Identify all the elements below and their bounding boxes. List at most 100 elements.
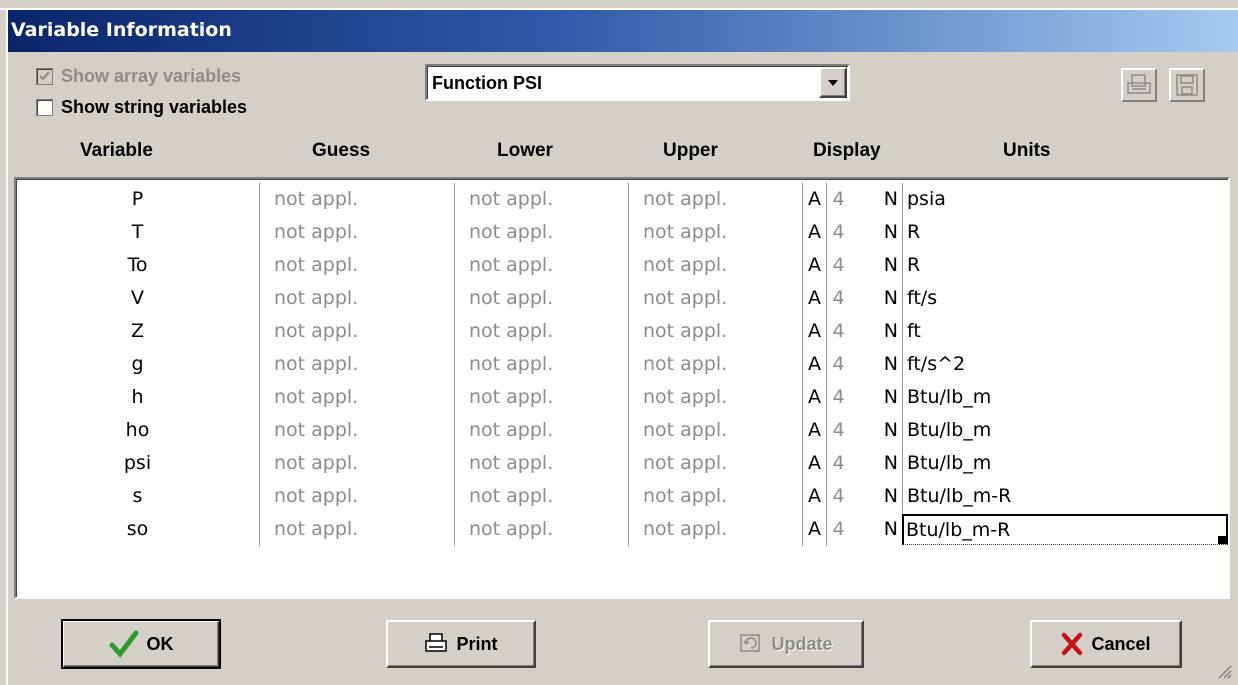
cell-display-type[interactable]: N bbox=[850, 513, 902, 546]
cell-units[interactable]: ft bbox=[902, 315, 1228, 348]
cell-display-digits[interactable]: 4 bbox=[826, 480, 850, 513]
cell-display-digits[interactable]: 4 bbox=[826, 513, 850, 546]
cell-guess[interactable]: not appl. bbox=[259, 282, 454, 315]
cell-display-format[interactable]: A bbox=[802, 348, 826, 381]
cell-units[interactable]: Btu/lb_m-R bbox=[902, 514, 1228, 545]
cell-variable[interactable]: Z bbox=[16, 315, 259, 348]
cell-upper[interactable]: not appl. bbox=[628, 315, 802, 348]
cell-display-type[interactable]: N bbox=[850, 249, 902, 282]
cell-display-type[interactable]: N bbox=[850, 414, 902, 447]
print-preview-button[interactable] bbox=[1121, 68, 1157, 102]
cell-lower[interactable]: not appl. bbox=[454, 216, 628, 249]
cell-display-digits[interactable]: 4 bbox=[826, 282, 850, 315]
cell-lower[interactable]: not appl. bbox=[454, 513, 628, 546]
cell-units[interactable]: Btu/lb_m-R bbox=[902, 480, 1228, 513]
table-row[interactable]: s not appl. not appl. not appl. A 4 N Btu/lb_m-… bbox=[16, 480, 1228, 513]
table-row[interactable]: so not appl. not appl. not appl. A 4 N Btu/lb_m… bbox=[16, 513, 1228, 546]
cell-upper[interactable]: not appl. bbox=[628, 249, 802, 282]
checkbox-box[interactable] bbox=[36, 99, 53, 116]
cell-lower[interactable]: not appl. bbox=[454, 414, 628, 447]
cell-upper[interactable]: not appl. bbox=[628, 480, 802, 513]
resize-grip-icon[interactable] bbox=[1216, 663, 1232, 679]
cell-lower[interactable]: not appl. bbox=[454, 381, 628, 414]
cell-lower[interactable]: not appl. bbox=[454, 282, 628, 315]
cell-display-digits[interactable]: 4 bbox=[826, 447, 850, 480]
cell-guess[interactable]: not appl. bbox=[259, 480, 454, 513]
cell-units[interactable]: Btu/lb_m bbox=[902, 381, 1228, 414]
cell-variable[interactable]: s bbox=[16, 480, 259, 513]
cell-display-type[interactable]: N bbox=[850, 315, 902, 348]
show-array-variables-checkbox[interactable]: Show array variables bbox=[36, 66, 241, 87]
cell-display-type[interactable]: N bbox=[850, 447, 902, 480]
cell-guess[interactable]: not appl. bbox=[259, 381, 454, 414]
cell-display-format[interactable]: A bbox=[802, 315, 826, 348]
cell-display-digits[interactable]: 4 bbox=[826, 381, 850, 414]
cell-display-format[interactable]: A bbox=[802, 513, 826, 546]
table-row[interactable]: psi not appl. not appl. not appl. A 4 N Btu/lb_… bbox=[16, 447, 1228, 480]
cell-display-digits[interactable]: 4 bbox=[826, 315, 850, 348]
ok-button[interactable]: OK bbox=[61, 619, 221, 669]
save-button[interactable] bbox=[1169, 68, 1205, 102]
function-select[interactable]: Function PSI bbox=[425, 64, 850, 101]
show-string-variables-checkbox[interactable]: Show string variables bbox=[36, 97, 247, 118]
cell-upper[interactable]: not appl. bbox=[628, 282, 802, 315]
cell-upper[interactable]: not appl. bbox=[628, 414, 802, 447]
cell-units[interactable]: R bbox=[902, 216, 1228, 249]
cell-display-type[interactable]: N bbox=[850, 282, 902, 315]
table-row[interactable]: h not appl. not appl. not appl. A 4 N Btu/lb_m bbox=[16, 381, 1228, 414]
cell-guess[interactable]: not appl. bbox=[259, 414, 454, 447]
cell-variable[interactable]: P bbox=[16, 183, 259, 216]
cell-guess[interactable]: not appl. bbox=[259, 216, 454, 249]
table-row[interactable]: Znot appl. not appl. not appl. A 4 Nft bbox=[16, 315, 1228, 348]
cell-guess[interactable]: not appl. bbox=[259, 513, 454, 546]
cell-lower[interactable]: not appl. bbox=[454, 249, 628, 282]
cell-variable[interactable]: V bbox=[16, 282, 259, 315]
variable-grid[interactable]: Pnot appl. not appl. not appl. A 4 Npsia Tnot … bbox=[14, 177, 1230, 599]
cell-units[interactable]: ft/s^2 bbox=[902, 348, 1228, 381]
cell-display-digits[interactable]: 4 bbox=[826, 414, 850, 447]
dropdown-button[interactable] bbox=[819, 67, 847, 98]
cell-upper[interactable]: not appl. bbox=[628, 513, 802, 546]
cell-units[interactable]: Btu/lb_m bbox=[902, 414, 1228, 447]
print-button[interactable]: Print bbox=[386, 620, 536, 668]
update-button[interactable]: Update bbox=[708, 620, 864, 668]
title-bar[interactable]: Variable Information bbox=[8, 10, 1238, 52]
cell-guess[interactable]: not appl. bbox=[259, 183, 454, 216]
cell-display-format[interactable]: A bbox=[802, 480, 826, 513]
cell-guess[interactable]: not appl. bbox=[259, 315, 454, 348]
cell-display-digits[interactable]: 4 bbox=[826, 249, 850, 282]
cell-lower[interactable]: not appl. bbox=[454, 315, 628, 348]
cell-guess[interactable]: not appl. bbox=[259, 249, 454, 282]
cell-variable[interactable]: ho bbox=[16, 414, 259, 447]
cell-lower[interactable]: not appl. bbox=[454, 183, 628, 216]
cell-upper[interactable]: not appl. bbox=[628, 183, 802, 216]
fill-handle[interactable] bbox=[1218, 536, 1226, 544]
table-row[interactable]: Tnot appl. not appl. not appl. A 4 N R bbox=[16, 216, 1228, 249]
table-row[interactable]: Pnot appl. not appl. not appl. A 4 Npsia bbox=[16, 183, 1228, 216]
cell-units[interactable]: R bbox=[902, 249, 1228, 282]
cell-units[interactable]: psia bbox=[902, 183, 1228, 216]
cell-lower[interactable]: not appl. bbox=[454, 480, 628, 513]
cell-units[interactable]: Btu/lb_m bbox=[902, 447, 1228, 480]
cell-lower[interactable]: not appl. bbox=[454, 447, 628, 480]
cell-variable[interactable]: so bbox=[16, 513, 259, 546]
cell-upper[interactable]: not appl. bbox=[628, 381, 802, 414]
cell-display-format[interactable]: A bbox=[802, 447, 826, 480]
cell-display-digits[interactable]: 4 bbox=[826, 183, 850, 216]
table-row[interactable]: Vnot appl. not appl. not appl. A 4 Nft/s bbox=[16, 282, 1228, 315]
cell-variable[interactable]: h bbox=[16, 381, 259, 414]
cell-upper[interactable]: not appl. bbox=[628, 348, 802, 381]
cell-variable[interactable]: T bbox=[16, 216, 259, 249]
cell-units[interactable]: ft/s bbox=[902, 282, 1228, 315]
checkbox-box[interactable] bbox=[36, 68, 53, 85]
table-row[interactable]: ho not appl. not appl. not appl. A 4 N Btu/lb_m bbox=[16, 414, 1228, 447]
cancel-button[interactable]: Cancel bbox=[1030, 620, 1182, 668]
cell-display-type[interactable]: N bbox=[850, 480, 902, 513]
table-row[interactable]: g not appl. not appl. not appl. A 4 Nft/s^2 bbox=[16, 348, 1228, 381]
cell-display-digits[interactable]: 4 bbox=[826, 348, 850, 381]
cell-display-type[interactable]: N bbox=[850, 381, 902, 414]
cell-guess[interactable]: not appl. bbox=[259, 348, 454, 381]
cell-display-digits[interactable]: 4 bbox=[826, 216, 850, 249]
table-row[interactable]: To not appl. not appl. not appl. A 4 N R bbox=[16, 249, 1228, 282]
cell-variable[interactable]: g bbox=[16, 348, 259, 381]
